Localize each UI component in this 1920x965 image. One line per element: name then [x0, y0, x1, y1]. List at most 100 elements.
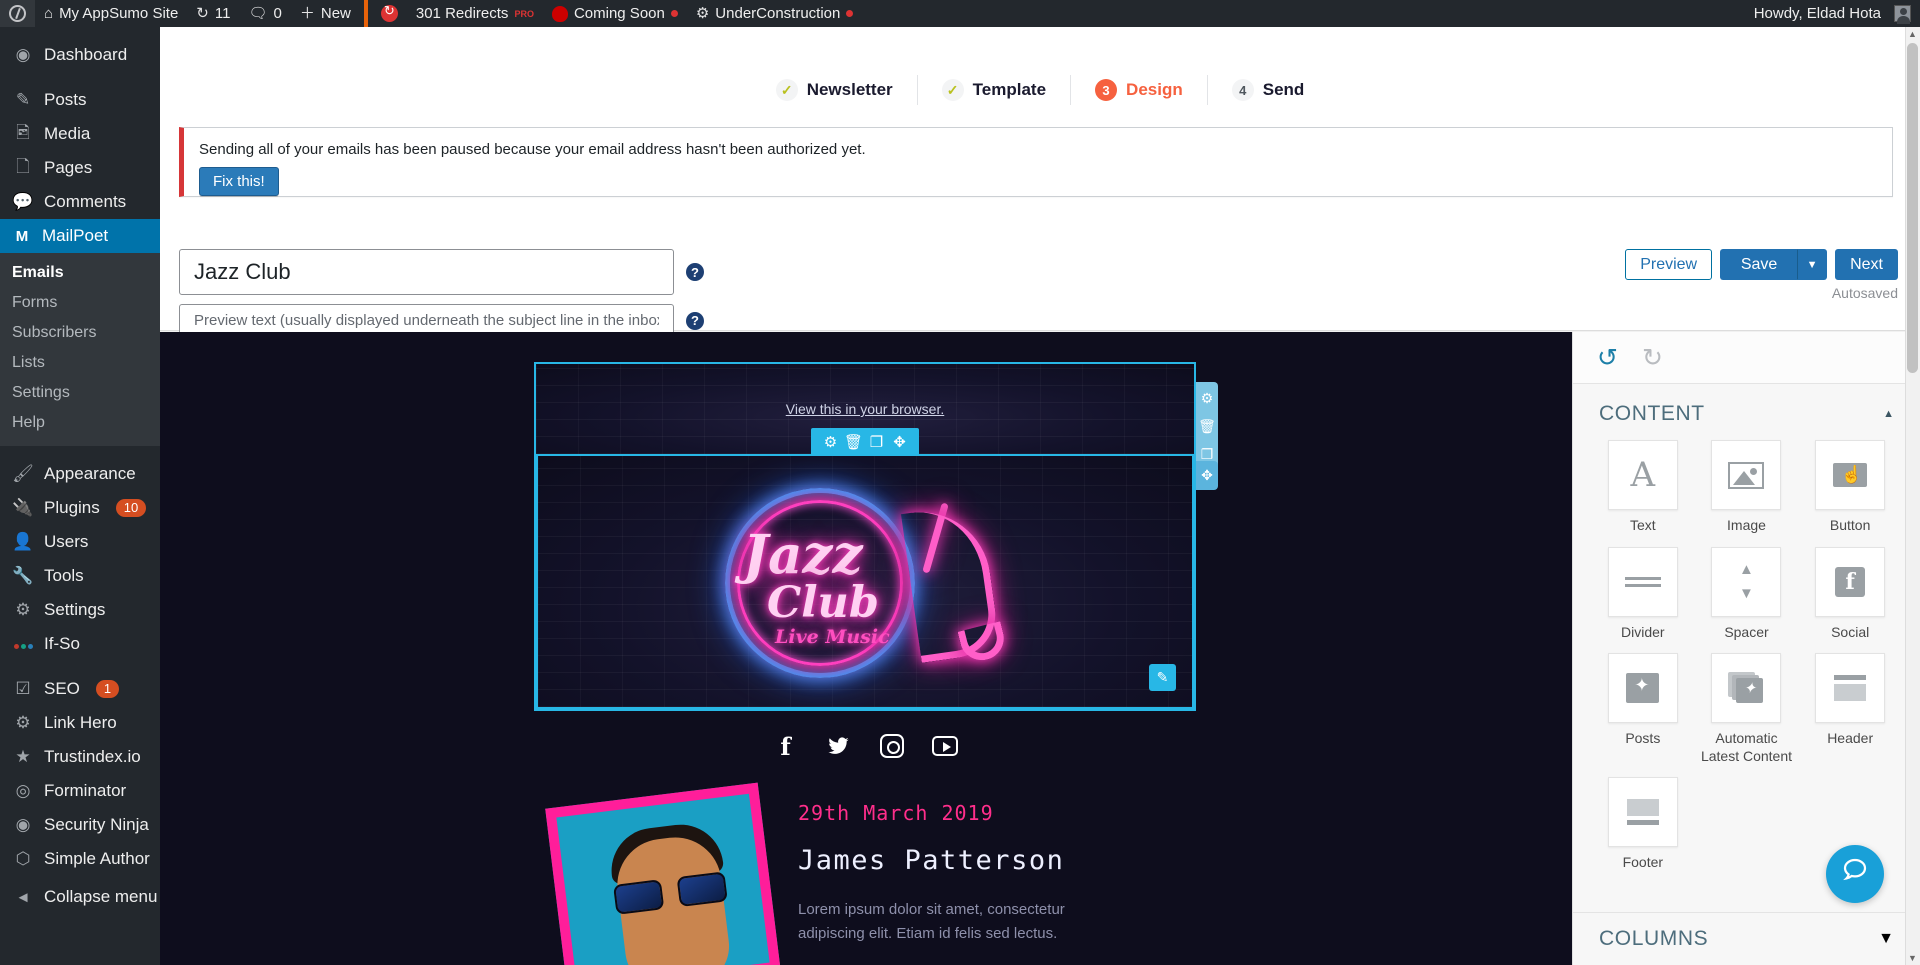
coming-soon-label: Coming Soon — [573, 5, 665, 22]
collapse-menu-button[interactable]: Collapse menu — [0, 880, 160, 914]
page-scrollbar[interactable]: ▲ ▼ — [1905, 27, 1920, 965]
sidebar-item-forms[interactable]: Forms — [0, 288, 160, 318]
notice-message: Sending all of your emails has been paus… — [199, 141, 866, 158]
sidebar-item-pages[interactable]: Pages — [0, 151, 160, 185]
new-content-menu[interactable]: ＋ New — [291, 0, 360, 27]
page-scroll-down-icon[interactable]: ▼ — [1907, 953, 1918, 963]
wp-logo-menu[interactable] — [0, 0, 35, 27]
sidebar-item-forminator[interactable]: ◎ Forminator — [0, 774, 160, 808]
content-section-header[interactable]: CONTENT ▲ — [1573, 384, 1920, 436]
save-dropdown-caret-icon[interactable]: ▼ — [1798, 249, 1828, 280]
tools-icon — [12, 566, 34, 586]
sidebar-item-users[interactable]: Users — [0, 525, 160, 559]
widget-text[interactable]: A Text — [1593, 440, 1693, 541]
sidebar-item-media[interactable]: Media — [0, 117, 160, 151]
help-beacon-button[interactable] — [1826, 845, 1884, 903]
updates-icon: ↻ — [196, 5, 209, 22]
comments-menu[interactable]: 🗨 0 — [239, 0, 290, 27]
widget-button[interactable]: Button — [1800, 440, 1900, 541]
revive-menu[interactable] — [372, 0, 407, 27]
twitter-icon[interactable] — [826, 733, 852, 759]
delete-icon[interactable]: 🗑 — [1198, 418, 1216, 435]
container-move-toolbar: ✥ — [1196, 461, 1218, 490]
sidebar-item-seo[interactable]: ☑ SEO 1 — [0, 672, 160, 706]
article-date: 29th March 2019 — [798, 801, 994, 825]
sidebar-item-subscribers[interactable]: Subscribers — [0, 318, 160, 348]
next-button[interactable]: Next — [1835, 249, 1898, 280]
step-send[interactable]: 4 Send — [1208, 75, 1329, 105]
youtube-icon[interactable] — [931, 733, 958, 759]
sidebar-item-label: Tools — [44, 566, 84, 585]
status-dot — [846, 10, 854, 17]
widget-divider[interactable]: Divider — [1593, 546, 1693, 648]
site-name-menu[interactable]: ⌂ My AppSumo Site — [35, 0, 187, 27]
step-template[interactable]: ✓ Template — [918, 75, 1072, 105]
email-design-canvas[interactable]: View this in your browser. ⚙ 🗑 ❐ ✥ ⚙ 🗑 ❐… — [160, 332, 1572, 965]
sidebar-item-lists[interactable]: Lists — [0, 348, 160, 378]
chevron-up-icon[interactable]: ▲ — [1883, 408, 1894, 420]
simple-author-icon: ⬡ — [15, 849, 31, 868]
sidebar-item-emails[interactable]: Emails — [0, 258, 160, 288]
sidebar-item-mp-settings[interactable]: Settings — [0, 378, 160, 408]
move-icon[interactable]: ✥ — [889, 433, 910, 451]
sidebar-item-help[interactable]: Help — [0, 408, 160, 438]
preview-button[interactable]: Preview — [1625, 249, 1713, 280]
edit-image-button[interactable]: ✎ — [1149, 664, 1176, 691]
undo-icon[interactable]: ↺ — [1597, 343, 1618, 373]
updates-menu[interactable]: ↻ 11 — [187, 0, 239, 27]
under-construction-menu[interactable]: ⚙ UnderConstruction — [687, 0, 863, 27]
updates-count: 11 — [214, 5, 231, 22]
sidebar-item-trustindex[interactable]: ★ Trustindex.io — [0, 740, 160, 774]
revive-icon — [380, 3, 398, 22]
sidebar-item-plugins[interactable]: Plugins 10 — [0, 491, 160, 525]
neon-word-live-music: Live Music — [775, 626, 890, 648]
social-links-block[interactable]: f — [534, 711, 1196, 773]
sidebar-item-tools[interactable]: Tools — [0, 559, 160, 593]
delete-icon[interactable]: 🗑 — [843, 433, 864, 451]
my-account-menu[interactable]: Howdy, Eldad Hota — [1745, 0, 1920, 27]
sidebar-item-simple-author[interactable]: ⬡ Simple Author — [0, 842, 160, 876]
article-block[interactable]: 29th March 2019 James Patterson Lorem ip… — [534, 773, 1196, 965]
widget-header[interactable]: Header — [1800, 653, 1900, 771]
sidebar-item-label: Media — [44, 124, 91, 143]
widget-spacer[interactable]: ▲ ▼ Spacer — [1697, 546, 1797, 648]
step-design[interactable]: 3 Design — [1071, 75, 1208, 105]
step-newsletter[interactable]: ✓ Newsletter — [752, 75, 918, 105]
trustindex-icon: ★ — [15, 747, 31, 766]
widget-footer[interactable]: Footer — [1593, 777, 1693, 878]
move-icon[interactable]: ✥ — [1201, 467, 1213, 484]
redirects-menu[interactable]: 301 Redirects PRO — [407, 0, 543, 27]
hero-image-block[interactable]: Jazz Club Live Music ✎ — [536, 454, 1194, 709]
widget-posts[interactable]: Posts — [1593, 653, 1693, 771]
view-in-browser-link[interactable]: View this in your browser. — [786, 401, 944, 417]
sidebar-item-dashboard[interactable]: Dashboard — [0, 38, 160, 72]
columns-section-header[interactable]: COLUMNS ▼ — [1573, 912, 1920, 965]
page-scroll-up-icon[interactable]: ▲ — [1907, 29, 1918, 39]
preview-help-icon[interactable]: ? — [686, 311, 704, 330]
instagram-icon[interactable] — [879, 733, 905, 759]
duplicate-icon[interactable]: ❐ — [866, 433, 887, 451]
subject-input[interactable] — [179, 249, 674, 295]
sidebar-item-link-hero[interactable]: Link Hero — [0, 706, 160, 740]
subject-help-icon[interactable]: ? — [686, 263, 704, 281]
sidebar-item-if-so[interactable]: If-So — [0, 627, 160, 661]
redo-icon[interactable]: ↻ — [1642, 343, 1663, 373]
sidebar-item-security-ninja[interactable]: ◉ Security Ninja — [0, 808, 160, 842]
sidebar-item-appearance[interactable]: Appearance — [0, 457, 160, 491]
widget-automatic-latest-content[interactable]: Automatic Latest Content — [1697, 653, 1797, 771]
settings-icon[interactable]: ⚙ — [1201, 390, 1214, 407]
header-block[interactable]: View this in your browser. ⚙ 🗑 ❐ ✥ ⚙ 🗑 ❐… — [534, 362, 1218, 711]
settings-icon[interactable]: ⚙ — [820, 433, 841, 451]
sidebar-item-settings[interactable]: Settings — [0, 593, 160, 627]
save-button[interactable]: Save — [1720, 249, 1799, 280]
fix-this-button[interactable]: Fix this! — [199, 167, 279, 196]
chevron-down-icon[interactable]: ▼ — [1878, 930, 1894, 948]
widget-image[interactable]: Image — [1697, 440, 1797, 541]
widget-social[interactable]: f Social — [1800, 546, 1900, 648]
sidebar-item-comments[interactable]: Comments — [0, 185, 160, 219]
sidebar-item-posts[interactable]: Posts — [0, 83, 160, 117]
coming-soon-menu[interactable]: Coming Soon — [543, 0, 687, 27]
page-scroll-thumb[interactable] — [1907, 43, 1918, 373]
facebook-icon[interactable]: f — [773, 732, 799, 761]
sidebar-item-mailpoet[interactable]: M MailPoet — [0, 219, 160, 253]
